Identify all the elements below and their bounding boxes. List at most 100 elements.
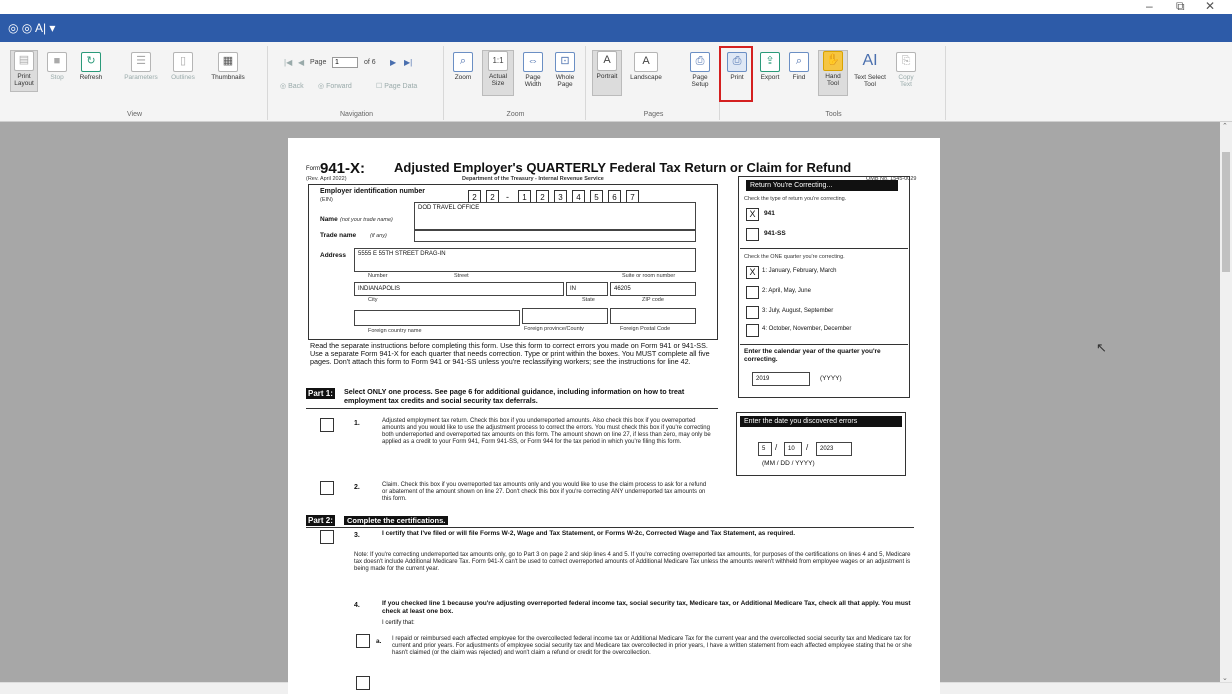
foreign-postal-caption: Foreign Postal Code xyxy=(620,326,671,332)
zoom-button[interactable]: ⌕ Zoom xyxy=(450,52,476,81)
restore-icon[interactable]: ⧉ xyxy=(1176,0,1185,14)
part2-heading: Complete the certifications. xyxy=(344,516,449,525)
zoom-group-label: Zoom xyxy=(506,111,525,118)
print-layout-button[interactable]: ▤ Print Layout xyxy=(10,50,38,92)
line4a-letter: a. xyxy=(376,638,382,645)
ein-dash: - xyxy=(506,192,509,202)
thumbnails-button[interactable]: ▦ Thumbnails xyxy=(204,52,252,81)
parameters-icon: ☰ xyxy=(131,52,151,72)
close-icon[interactable]: ✕ xyxy=(1205,0,1215,13)
name-field[interactable]: DOD TRAVEL OFFICE xyxy=(414,202,696,230)
scroll-up-icon[interactable]: ⌃ xyxy=(1222,122,1228,130)
minimize-icon[interactable]: – xyxy=(1146,0,1153,13)
label-941: 941 xyxy=(764,210,775,217)
landscape-button[interactable]: A Landscape xyxy=(626,52,666,81)
zip-field[interactable]: 46205 xyxy=(610,282,696,296)
page-setup-label: Page Setup xyxy=(691,74,709,88)
magnifier-icon: ⌕ xyxy=(453,52,473,72)
copy-icon: ⎘ xyxy=(896,52,916,72)
line4-text: If you checked line 1 because you're adj… xyxy=(382,600,911,615)
refresh-icon: ↻ xyxy=(81,52,101,72)
first-page-icon[interactable]: |◀ xyxy=(284,58,292,67)
portrait-label: Portrait xyxy=(596,73,618,80)
parameters-button[interactable]: ☰ Parameters xyxy=(120,52,162,81)
checkbox-941-ss[interactable] xyxy=(746,228,759,241)
line3-number: 3. xyxy=(354,532,360,539)
portrait-button[interactable]: A Portrait xyxy=(592,50,622,96)
checkbox-941[interactable]: X xyxy=(746,208,759,221)
ribbon: ▤ Print Layout ■ Stop ↻ Refresh ☰ Parame… xyxy=(0,42,1232,122)
text-select-tool-button[interactable]: AI Text Select Tool xyxy=(850,52,890,88)
view-group: ▤ Print Layout ■ Stop ↻ Refresh ☰ Parame… xyxy=(2,46,268,120)
quarter-instruction: Check the ONE quarter you're correcting. xyxy=(744,254,845,260)
foreign-country-field[interactable] xyxy=(354,310,520,326)
vertical-scrollbar[interactable]: ⌃ ⌄ xyxy=(1220,122,1232,682)
part1-heading: Select ONLY one process. See page 6 for … xyxy=(344,387,685,405)
scroll-down-icon[interactable]: ⌄ xyxy=(1222,674,1228,682)
checkbox-q3[interactable] xyxy=(746,306,759,319)
line3-checkbox[interactable] xyxy=(320,530,334,544)
hand-tool-button[interactable]: ✋ Hand Tool xyxy=(818,50,848,96)
page-width-button[interactable]: ⇔ Page Width xyxy=(518,52,548,88)
previous-page-icon[interactable]: ◀ xyxy=(298,58,304,67)
portrait-icon: A xyxy=(597,51,617,71)
whole-page-button[interactable]: ⊡ Whole Page xyxy=(550,52,580,88)
back-button[interactable]: ◎ Back xyxy=(280,82,304,90)
page-number-input[interactable] xyxy=(332,57,358,68)
scrollbar-thumb[interactable] xyxy=(1222,152,1230,272)
line4a-checkbox[interactable] xyxy=(356,634,370,648)
page-data-button[interactable]: ☐ Page Data xyxy=(376,82,417,90)
line4-certify: I certify that: xyxy=(382,620,415,626)
date-month-field[interactable]: 5 xyxy=(758,442,772,456)
checkbox-q2[interactable] xyxy=(746,286,759,299)
form-department: Department of the Treasury - Internal Re… xyxy=(462,176,604,182)
foreign-province-field[interactable] xyxy=(522,308,608,324)
address-street-field[interactable]: 5555 E 55TH STREET DRAG-IN xyxy=(354,248,696,272)
year-format: (YYYY) xyxy=(820,375,842,382)
print-layout-icon: ▤ xyxy=(14,51,34,71)
tools-group: ⎙ Print ⇪ Export ⌕ Find ✋ Hand Tool AI T… xyxy=(722,46,946,120)
divider xyxy=(306,408,718,409)
export-button[interactable]: ⇪ Export xyxy=(756,52,784,81)
line2-checkbox[interactable] xyxy=(320,481,334,495)
return-type-instruction: Check the type of return you're correcti… xyxy=(744,196,847,202)
mouse-cursor-icon: ↖ xyxy=(1096,340,1107,355)
next-page-icon[interactable]: ▶ xyxy=(390,58,396,67)
line1-checkbox[interactable] xyxy=(320,418,334,432)
parameters-label: Parameters xyxy=(124,74,158,81)
stop-label: Stop xyxy=(50,74,64,81)
find-button[interactable]: ⌕ Find xyxy=(786,52,812,81)
copy-text-label: Copy Text xyxy=(898,74,914,88)
zoom-label: Zoom xyxy=(454,74,472,81)
navigation-group-label: Navigation xyxy=(339,111,374,118)
foreign-country-caption: Foreign country name xyxy=(368,328,422,334)
date-day-field[interactable]: 10 xyxy=(784,442,802,456)
checkbox-q4[interactable] xyxy=(746,324,759,337)
part1-tag: Part 1: xyxy=(306,388,335,399)
checkbox-q1[interactable]: X xyxy=(746,266,759,279)
outlines-button[interactable]: ▯ Outlines xyxy=(164,52,202,81)
name-sub-label: (not your trade name) xyxy=(340,217,393,223)
date-year-field[interactable]: 2023 xyxy=(816,442,852,456)
refresh-button[interactable]: ↻ Refresh xyxy=(74,52,108,81)
instructions-text: Read the separate instructions before co… xyxy=(310,341,710,366)
copy-text-button[interactable]: ⎘ Copy Text xyxy=(892,52,920,88)
page-setup-button[interactable]: ⎙ Page Setup xyxy=(686,52,714,88)
hand-icon: ✋ xyxy=(823,51,843,71)
ein-sub-label: (EIN) xyxy=(320,197,333,203)
thumbnails-label: Thumbnails xyxy=(211,74,245,81)
foreign-postal-field[interactable] xyxy=(610,308,696,324)
actual-size-button[interactable]: 1:1 Actual Size xyxy=(482,50,514,96)
line4b-checkbox[interactable] xyxy=(356,676,370,690)
date-separator: / xyxy=(806,443,809,452)
state-field[interactable]: IN xyxy=(566,282,608,296)
city-field[interactable]: INDIANAPOLIS xyxy=(354,282,564,296)
forward-button[interactable]: ◎ Forward xyxy=(318,82,352,90)
text-select-tool-label: Text Select Tool xyxy=(854,74,886,88)
last-page-icon[interactable]: ▶| xyxy=(404,58,412,67)
number-caption: Number xyxy=(368,273,388,279)
year-field[interactable]: 2019 xyxy=(752,372,810,386)
trade-name-field[interactable] xyxy=(414,230,696,242)
stop-button[interactable]: ■ Stop xyxy=(44,52,70,81)
quick-access-items[interactable]: ◎ ◎ A| ▾ xyxy=(8,21,55,35)
